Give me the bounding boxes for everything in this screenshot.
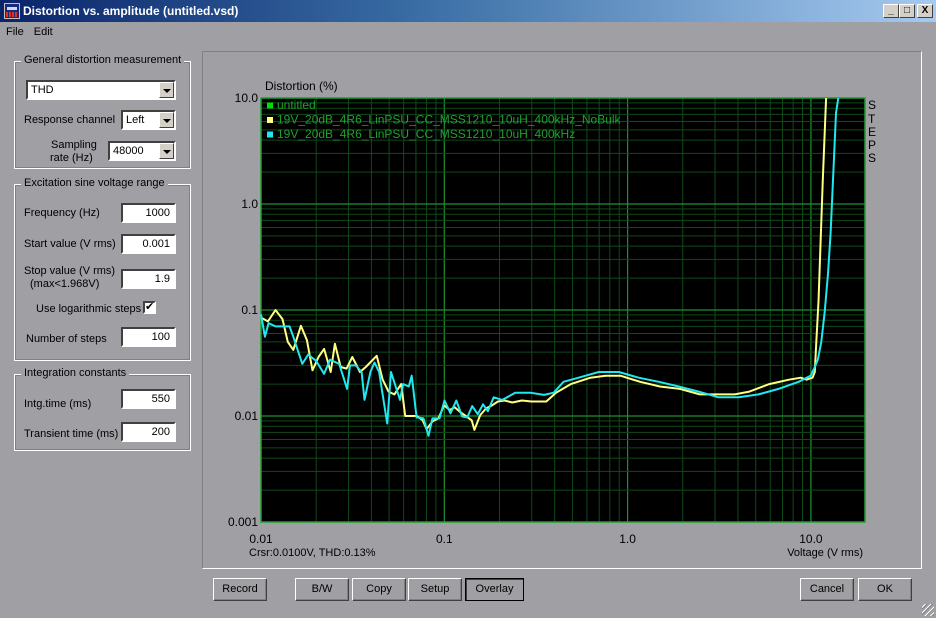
- y-tick-label: 0.1: [241, 303, 258, 317]
- steps-side-label: S T E P S: [868, 98, 876, 165]
- legend-entry: 19V_20dB_4R6_LinPSU_CC_MSS1210_10uH_400k…: [277, 113, 622, 127]
- record-button[interactable]: Record: [213, 578, 267, 601]
- steps-letter: T: [868, 112, 876, 126]
- steps-letter: P: [868, 138, 876, 152]
- cancel-button[interactable]: Cancel: [800, 578, 854, 601]
- legend-entry: 19V_20dB_4R6_LinPSU_CC_MSS1210_10uH_400k…: [277, 127, 575, 141]
- steps-letter: E: [868, 125, 876, 139]
- copy-button[interactable]: Copy: [352, 578, 406, 601]
- legend-entry: untitled: [277, 98, 316, 112]
- legend-swatch: [267, 102, 273, 109]
- overlay-button[interactable]: Overlay: [465, 578, 524, 601]
- x-tick-labels: 0.01 0.1 1.0 10.0: [249, 532, 823, 546]
- legend-swatch: [267, 131, 273, 138]
- y-tick-labels: 10.0 1.0 0.1 0.01 0.001: [228, 91, 258, 529]
- ok-button[interactable]: OK: [858, 578, 912, 601]
- y-tick-label: 10.0: [235, 91, 259, 105]
- bw-button[interactable]: B/W: [295, 578, 349, 601]
- cursor-readout: Crsr:0.0100V, THD:0.13%: [249, 547, 376, 559]
- x-tick-label: 10.0: [799, 532, 823, 546]
- distortion-chart[interactable]: Distortion (%) 10.01.00.10.010.001 0.01 0…: [0, 0, 936, 618]
- y-tick-label: 1.0: [241, 197, 258, 211]
- x-axis-label: Voltage (V rms): [787, 547, 863, 559]
- y-axis-label: Distortion (%): [265, 79, 338, 93]
- setup-button[interactable]: Setup: [408, 578, 462, 601]
- y-tick-label: 0.01: [235, 409, 259, 423]
- steps-letter: S: [868, 98, 876, 112]
- x-tick-label: 1.0: [619, 532, 636, 546]
- x-tick-label: 0.1: [436, 532, 453, 546]
- x-tick-label: 0.01: [249, 532, 273, 546]
- legend-swatch: [267, 117, 273, 123]
- resize-grip[interactable]: [922, 604, 934, 616]
- y-tick-label: 0.001: [228, 515, 258, 529]
- steps-letter: S: [868, 151, 876, 165]
